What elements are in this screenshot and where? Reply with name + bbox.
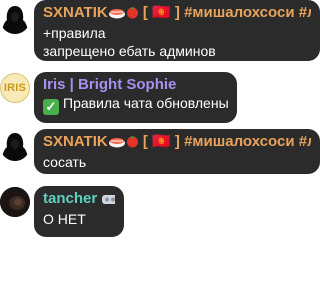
message-text-line: О НЕТ: [43, 211, 86, 227]
profile-photo-icon: [0, 187, 30, 217]
message-text-line: ✓ Правила чата обновлены: [43, 94, 229, 115]
author-name[interactable]: SXNATIK [ 🇰🇬 ] #мишалохсоси #любл...: [43, 4, 311, 24]
message-text-line: запрещено ебать админов: [43, 43, 216, 59]
avatar-iris[interactable]: IRIS: [0, 73, 30, 103]
author-name[interactable]: tancher: [43, 190, 115, 210]
author-tags: [ 🇰🇬 ] #мишалохсоси #любл...: [142, 133, 311, 150]
sushi-icon: [108, 6, 126, 24]
tomato-icon: [126, 135, 139, 153]
avatar-sxnatik[interactable]: [0, 131, 30, 161]
avatar-tancher[interactable]: [0, 187, 30, 217]
message-text-line: сосать: [43, 154, 87, 170]
message-text: Правила чата обновлены: [63, 95, 229, 111]
author-label: SXNATIK: [43, 133, 108, 150]
author-tags: [ 🇰🇬 ] #мишалохсоси #любл...: [142, 4, 311, 21]
tomato-icon: [126, 6, 139, 24]
sticker-badge-icon: [101, 192, 115, 210]
sushi-icon: [108, 135, 126, 153]
message-bubble[interactable]: SXNATIK [ 🇰🇬 ] #мишалохсоси #любл... сос…: [34, 129, 320, 174]
hooded-figure-icon: [2, 133, 28, 161]
author-label: tancher: [43, 190, 98, 207]
hooded-figure-icon: [2, 6, 28, 34]
message-bubble[interactable]: tancher О НЕТ: [34, 186, 124, 237]
check-mark-icon: ✓: [43, 99, 59, 115]
author-name[interactable]: Iris | Bright Sophie: [43, 76, 228, 94]
message-text-line: +правила: [43, 25, 106, 41]
message-bubble[interactable]: Iris | Bright Sophie ✓ Правила чата обнов…: [34, 72, 237, 123]
author-name[interactable]: SXNATIK [ 🇰🇬 ] #мишалохсоси #любл...: [43, 133, 311, 153]
message-bubble[interactable]: SXNATIK [ 🇰🇬 ] #мишалохсоси #любл... +пр…: [34, 0, 320, 61]
author-label: SXNATIK: [43, 4, 108, 21]
avatar-sxnatik[interactable]: [0, 4, 30, 34]
